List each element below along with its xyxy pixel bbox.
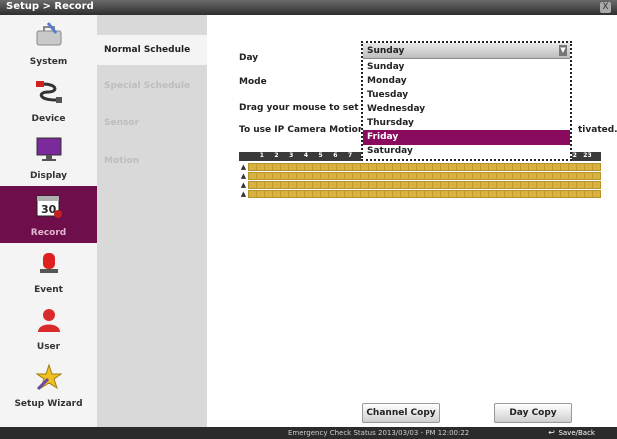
hour-label: 2 [274, 152, 279, 159]
title-bar: Setup > Record X [0, 0, 617, 15]
day-option-monday[interactable]: Monday [363, 74, 570, 89]
submenu-special-schedule[interactable]: Special Schedule [97, 71, 207, 101]
hour-label: 7 [347, 152, 353, 159]
day-label: Day [239, 53, 259, 63]
hour-label: 4 [303, 152, 309, 159]
hour-label: 6 [333, 152, 338, 159]
day-option-friday[interactable]: Friday [363, 130, 570, 145]
schedule-row[interactable] [248, 172, 601, 180]
day-copy-button[interactable]: Day Copy [494, 403, 572, 423]
submenu-label: Normal Schedule [104, 45, 191, 55]
sidebar-item-label: Display [29, 171, 68, 181]
back-arrow-icon[interactable]: ↩ [548, 428, 555, 437]
sidebar-item-record[interactable]: 30 Record [0, 186, 97, 243]
siren-icon [40, 253, 58, 273]
day-select[interactable]: Sunday ▼ [363, 43, 570, 59]
camera-motion-note-tail: tivated. [578, 125, 617, 135]
day-option-tuesday[interactable]: Tuesday [363, 88, 570, 103]
cam-icon: ▲ [240, 163, 247, 171]
sidebar-item-label: System [29, 57, 68, 67]
status-text: Emergency Check Status 2013/03/03 - PM 1… [288, 429, 470, 437]
cable-icon [36, 81, 62, 103]
submenu-label: Sensor [104, 118, 139, 128]
submenu-label: Special Schedule [104, 81, 191, 91]
hour-label: 5 [318, 152, 323, 159]
submenu-label: Motion [104, 156, 140, 166]
schedule-row[interactable] [248, 190, 601, 198]
sidebar-item-event[interactable]: Event [0, 243, 97, 300]
sidebar-item-label: Event [34, 285, 63, 295]
cam-icon: ▲ [240, 190, 247, 198]
chevron-down-icon[interactable]: ▼ [559, 45, 567, 56]
sidebar-item-device[interactable]: Device [0, 72, 97, 129]
hour-label: 3 [289, 152, 294, 159]
calendar-30-icon: 30 [36, 195, 62, 218]
day-selected-value: Sunday [367, 46, 405, 56]
day-option-saturday[interactable]: Saturday [363, 144, 570, 159]
schedule-row[interactable] [248, 163, 601, 171]
monitor-icon [36, 137, 62, 161]
sidebar-item-label: User [36, 342, 61, 352]
sidebar-item-display[interactable]: Display [0, 129, 97, 186]
sidebar-item-label: Record [30, 228, 67, 238]
mode-label: Mode [239, 77, 267, 87]
schedule-row[interactable] [248, 181, 601, 189]
day-option-sunday[interactable]: Sunday [363, 60, 570, 75]
hour-label: 23 [583, 152, 592, 159]
sidebar-item-system[interactable]: System [0, 15, 97, 72]
sidebar-item-user[interactable]: User [0, 300, 97, 357]
status-bar: Emergency Check Status 2013/03/03 - PM 1… [0, 427, 617, 439]
star-wand-icon [35, 363, 63, 391]
close-button[interactable]: X [600, 2, 611, 13]
window-title: Setup > Record [6, 1, 94, 12]
toolbox-icon [36, 22, 62, 46]
user-icon [38, 309, 60, 332]
sidebar-item-label: Device [31, 114, 66, 124]
save-back-button[interactable]: Save/Back [558, 429, 595, 437]
submenu-motion[interactable]: Motion [97, 146, 207, 176]
schedule-submenu: Normal Schedule Special Schedule Sensor … [97, 15, 207, 427]
cam-icon: ▲ [240, 172, 247, 180]
sidebar-item-setup-wizard[interactable]: Setup Wizard [0, 357, 97, 414]
submenu-sensor[interactable]: Sensor [97, 108, 207, 138]
sidebar-item-label: Setup Wizard [14, 399, 83, 409]
hour-label: 1 [259, 152, 264, 159]
day-option-wednesday[interactable]: Wednesday [363, 102, 570, 117]
day-dropdown[interactable]: Sunday ▼ Sunday Monday Tuesday Wednesday… [361, 41, 572, 161]
sidebar: System Device Display 30 Record Event Us… [0, 15, 97, 427]
submenu-normal-schedule[interactable]: Normal Schedule [97, 35, 207, 65]
channel-copy-button[interactable]: Channel Copy [362, 403, 440, 423]
cam-icon: ▲ [240, 181, 247, 189]
day-option-thursday[interactable]: Thursday [363, 116, 570, 131]
